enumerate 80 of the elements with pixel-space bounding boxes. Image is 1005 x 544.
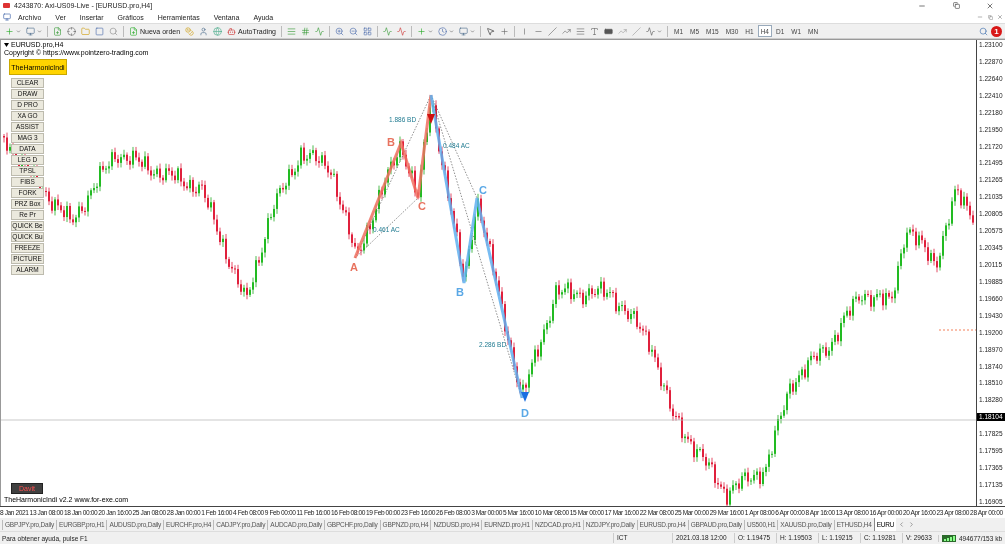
- minimize-icon: [977, 14, 983, 20]
- caret-icon: [37, 28, 42, 34]
- caret-icon: [656, 28, 662, 34]
- trend-icon: [561, 26, 571, 36]
- text-icon: [589, 26, 599, 36]
- shapes-button[interactable]: [643, 25, 664, 37]
- zoom-in-icon: [334, 26, 344, 36]
- data-window-button[interactable]: [65, 25, 78, 37]
- fibonacci-button[interactable]: [573, 25, 587, 37]
- navigator-button[interactable]: [79, 25, 92, 37]
- chevron-right-icon: [907, 521, 915, 528]
- caret-icon: [448, 28, 454, 34]
- caret-icon: [16, 28, 21, 34]
- crosshair-icon: [67, 26, 76, 36]
- search-icon: [109, 26, 118, 36]
- trendline-icon: [547, 26, 557, 36]
- chart-shift-button[interactable]: [380, 25, 394, 37]
- globe-button[interactable]: [211, 25, 225, 37]
- folder-icon: [81, 26, 90, 36]
- hatch-button[interactable]: [629, 25, 643, 37]
- lines-icon: [575, 26, 585, 36]
- bars-icon: [286, 26, 296, 36]
- monitor-icon: [458, 26, 468, 36]
- grid-icon: [300, 26, 310, 36]
- close-icon: [997, 14, 1003, 20]
- terminal-button[interactable]: [93, 25, 106, 37]
- coins-button[interactable]: [183, 25, 197, 37]
- templates-button[interactable]: [456, 25, 477, 37]
- globe-icon: [213, 26, 223, 36]
- price-level-line: [938, 329, 977, 331]
- profiles-button[interactable]: [24, 25, 44, 37]
- market-watch-button[interactable]: [51, 25, 64, 37]
- chart-window-icon: [3, 13, 11, 21]
- close-button[interactable]: [995, 12, 1005, 22]
- file-plus-icon: [53, 26, 62, 36]
- autoscroll-button[interactable]: [394, 25, 408, 37]
- pattern-point-label: A: [350, 261, 358, 273]
- monitor-icon: [26, 26, 35, 36]
- coins-icon: [185, 26, 195, 36]
- restore-button[interactable]: [985, 12, 995, 22]
- pattern-point-label: B: [456, 286, 464, 298]
- trendline-button[interactable]: [545, 25, 559, 37]
- collapse-icon[interactable]: [4, 42, 9, 47]
- slash-icon: [631, 26, 641, 36]
- new-chart-button[interactable]: [3, 25, 23, 37]
- tester-button[interactable]: [107, 25, 120, 37]
- periods-button[interactable]: [435, 25, 456, 37]
- square-icon: [95, 26, 104, 36]
- file-plus-icon: [129, 26, 138, 36]
- restore-icon: [987, 14, 993, 20]
- pattern-point-label: D: [521, 407, 529, 419]
- grid-icon: [362, 26, 372, 36]
- robot-icon: [227, 26, 237, 36]
- trend-icon: [617, 26, 627, 36]
- search-button[interactable]: [977, 25, 990, 37]
- cursor-icon: [485, 26, 495, 36]
- connection-bars-icon: [942, 534, 956, 542]
- clock-icon: [437, 26, 447, 36]
- plus-icon: [416, 26, 426, 36]
- pattern-point-label: B: [387, 136, 395, 148]
- user-icon: [199, 26, 209, 36]
- restore-icon: [952, 2, 960, 9]
- caret-icon: [427, 28, 433, 34]
- pattern-point-label: C: [479, 184, 487, 196]
- chevron-left-icon: [897, 521, 905, 528]
- caret-icon: [469, 28, 475, 34]
- bar-chart-button[interactable]: [284, 25, 298, 37]
- plus-icon: [5, 26, 14, 36]
- crosshair-icon: [499, 26, 509, 36]
- line-chart-button[interactable]: [312, 25, 326, 37]
- line-chart-icon: [314, 26, 324, 36]
- pattern-point-label: C: [418, 200, 426, 212]
- app-icon: [3, 3, 10, 8]
- search-icon: [979, 26, 988, 36]
- close-icon: [986, 1, 994, 10]
- tile-windows-button[interactable]: [360, 25, 374, 37]
- rectangle-icon: [603, 26, 613, 36]
- notification-badge[interactable]: 1: [991, 25, 1002, 37]
- line-chart-icon: [645, 26, 655, 36]
- zoom-out-icon: [348, 26, 358, 36]
